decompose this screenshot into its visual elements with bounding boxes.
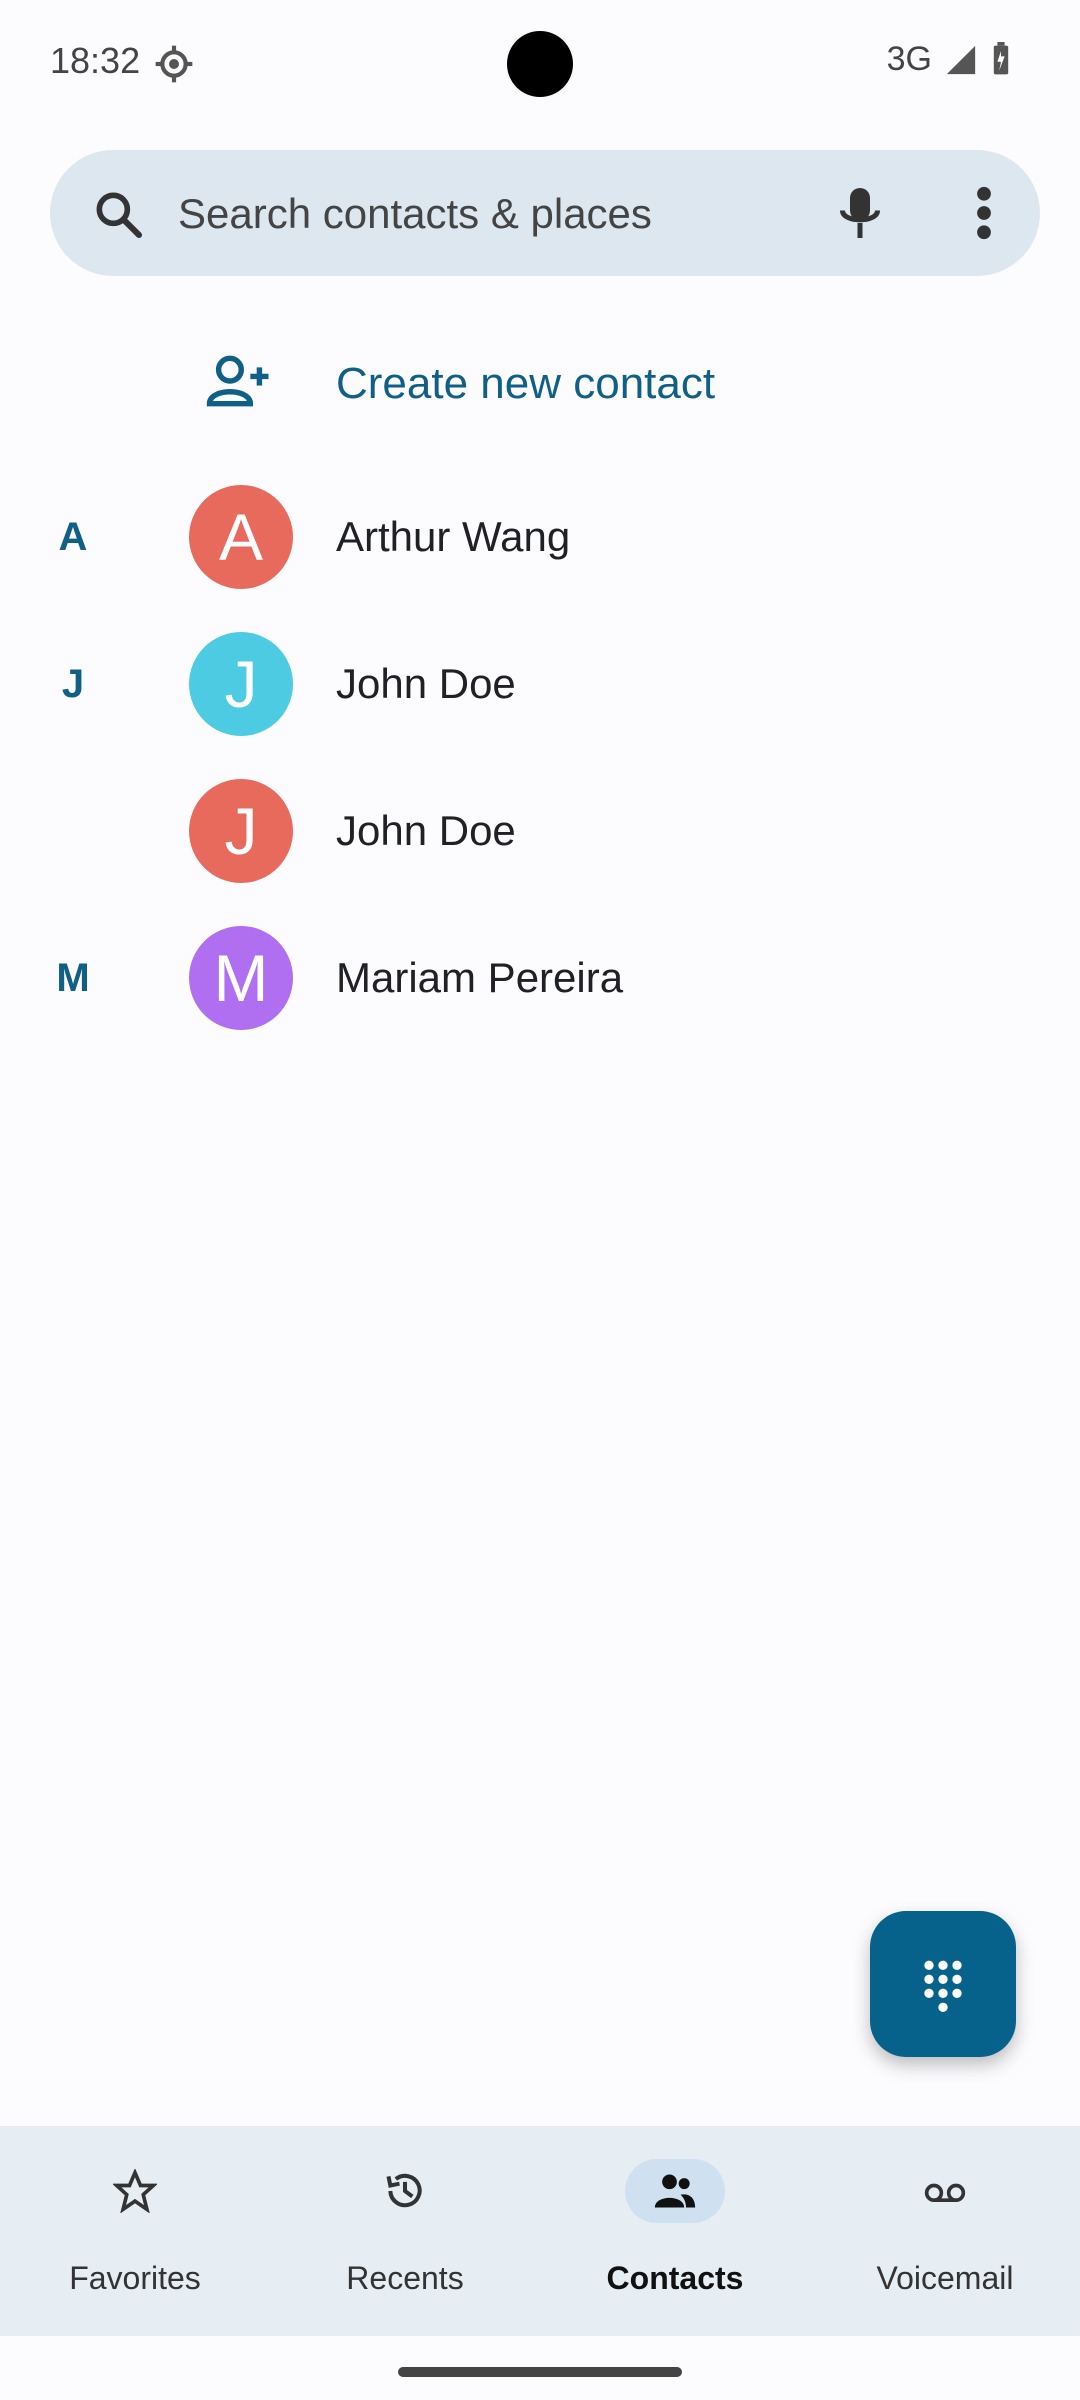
- more-vert-icon[interactable]: [966, 180, 1002, 246]
- avatar: J: [189, 779, 293, 883]
- search-icon[interactable]: [90, 186, 146, 242]
- contact-row[interactable]: M M Mariam Pereira: [0, 904, 1080, 1051]
- status-bar: 18:32 3G: [0, 0, 1080, 128]
- status-time: 18:32: [50, 40, 141, 81]
- signal-icon: [946, 45, 976, 74]
- create-new-contact-row[interactable]: Create new contact: [0, 293, 1080, 463]
- nav-item-favorites[interactable]: Favorites: [0, 2126, 270, 2336]
- search-area: Search contacts & places: [0, 128, 1080, 293]
- bottom-nav: Favorites Recents Contacts Voicemail: [0, 2126, 1080, 2336]
- contact-list: Create new contact A A Arthur Wang J J J…: [0, 293, 1080, 1051]
- avatar: A: [189, 485, 293, 589]
- nav-item-recents[interactable]: Recents: [270, 2126, 540, 2336]
- person-add-icon: [206, 355, 269, 407]
- contact-row[interactable]: J J John Doe: [0, 610, 1080, 757]
- contact-name: John Doe: [336, 807, 516, 854]
- section-letter: J: [61, 662, 85, 706]
- battery-icon: [993, 41, 1009, 74]
- nav-item-contacts[interactable]: Contacts: [540, 2126, 810, 2336]
- contact-name: Mariam Pereira: [336, 954, 624, 1001]
- history-icon: [386, 2173, 422, 2208]
- avatar: J: [189, 632, 293, 736]
- status-right: 3G: [887, 40, 1012, 79]
- dialpad-icon: [924, 1960, 962, 2012]
- nav-item-voicemail[interactable]: Voicemail: [810, 2126, 1080, 2336]
- dialpad-button[interactable]: [870, 1911, 1016, 2057]
- nav-label: Contacts: [606, 2260, 744, 2296]
- section-letter: M: [56, 956, 90, 1000]
- search-input[interactable]: Search contacts & places: [178, 190, 652, 238]
- nav-label: Voicemail: [876, 2260, 1014, 2296]
- star-icon: [113, 2169, 157, 2213]
- nav-label: Favorites: [69, 2260, 201, 2296]
- network-type: 3G: [886, 40, 932, 78]
- avatar: M: [189, 926, 293, 1030]
- gesture-bar[interactable]: [398, 2367, 682, 2377]
- search-bar[interactable]: Search contacts & places: [50, 150, 1040, 276]
- people-icon: [654, 2174, 696, 2208]
- settings-icon: [155, 45, 193, 83]
- contact-row[interactable]: J John Doe: [0, 757, 1080, 904]
- camera-cutout: [507, 31, 573, 97]
- contact-name: Arthur Wang: [336, 513, 571, 560]
- create-new-contact-label: Create new contact: [336, 359, 716, 408]
- section-letter: A: [58, 515, 88, 559]
- contact-name: John Doe: [336, 660, 516, 707]
- mic-icon[interactable]: [830, 180, 890, 246]
- contact-row[interactable]: A A Arthur Wang: [0, 463, 1080, 610]
- voicemail-icon: [924, 2183, 966, 2202]
- nav-label: Recents: [346, 2260, 464, 2296]
